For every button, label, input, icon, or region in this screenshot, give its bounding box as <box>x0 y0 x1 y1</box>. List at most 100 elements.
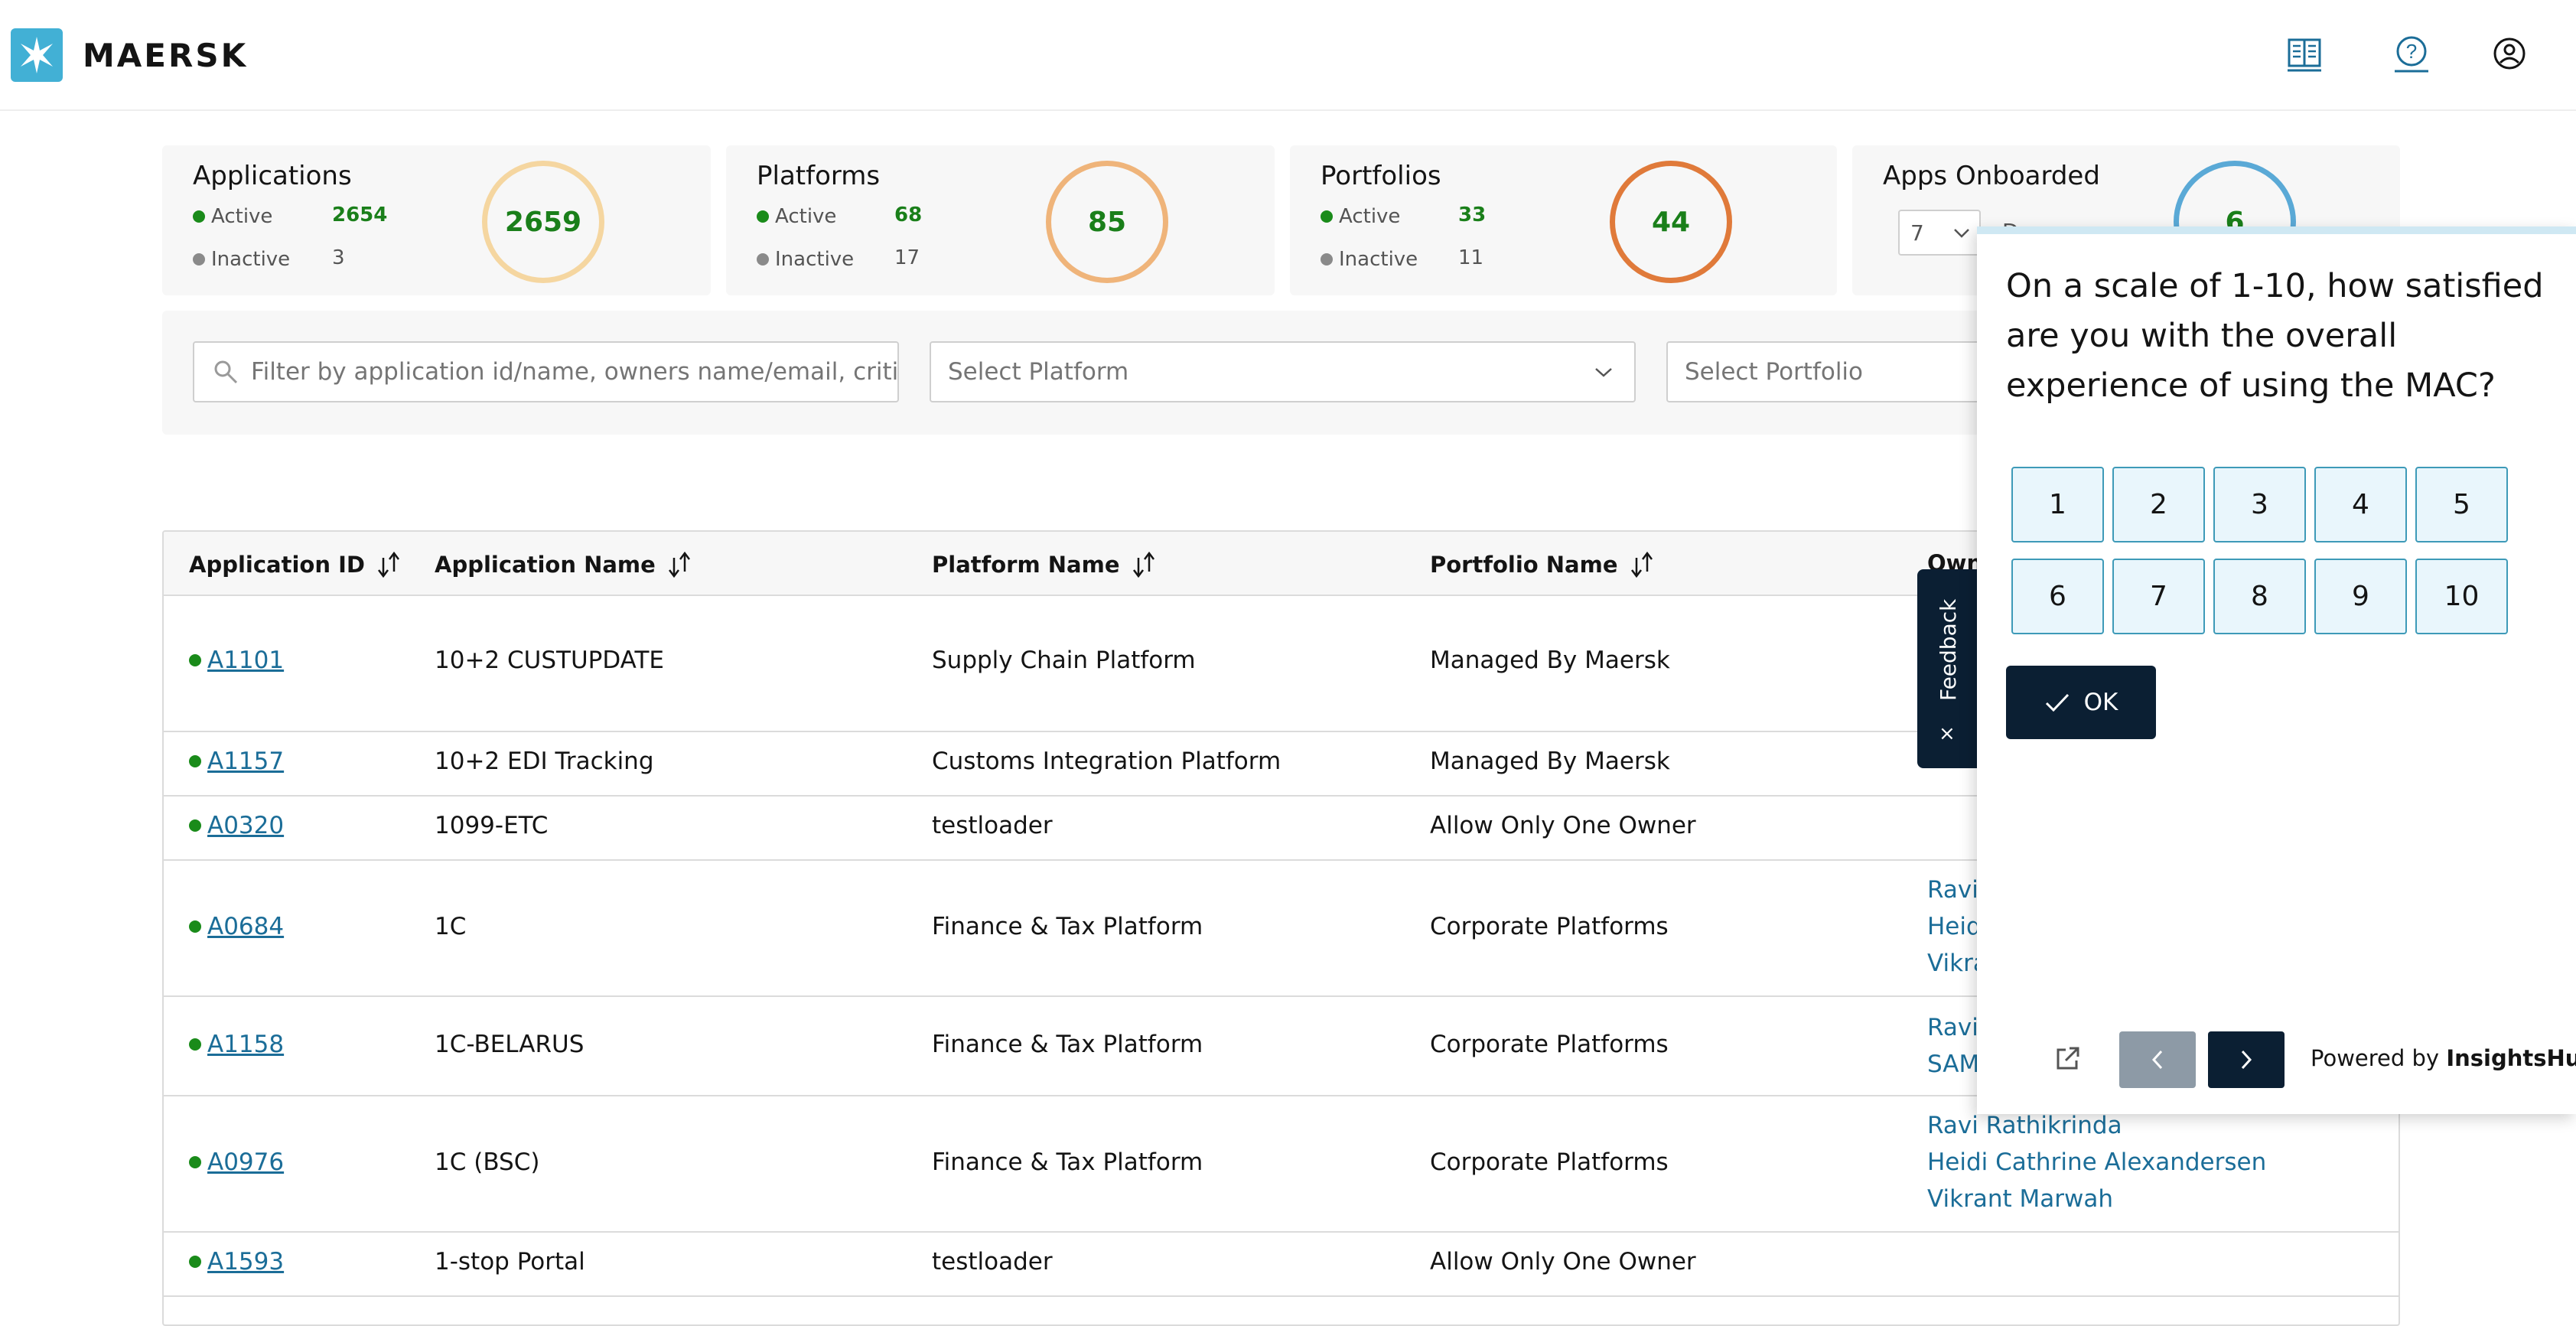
sort-icon[interactable] <box>376 550 402 579</box>
active-status-dot <box>189 819 201 832</box>
rating-button-1[interactable]: 1 <box>2011 467 2104 542</box>
onboarded-period-select[interactable]: 7 <box>1898 210 1981 256</box>
active-count: 68 <box>894 204 923 226</box>
platform-name: testloader <box>932 812 1053 839</box>
portfolio-name: Corporate Platforms <box>1430 1031 1669 1058</box>
owners-list: Ravi Rathikrinda Heidi Cathrine Alexande… <box>1927 1107 2266 1217</box>
portfolio-name: Corporate Platforms <box>1430 913 1669 940</box>
brand-logo-text: MAERSK <box>83 37 249 74</box>
total-ring: 44 <box>1610 161 1732 283</box>
platform-name: Finance & Tax Platform <box>932 1031 1203 1058</box>
inactive-label: Inactive <box>1321 248 1418 271</box>
application-name: 1-stop Portal <box>435 1248 585 1276</box>
owner-link[interactable]: SAM <box>1927 1046 1979 1083</box>
inactive-count: 11 <box>1458 246 1484 269</box>
platform-name: Customs Integration Platform <box>932 748 1281 775</box>
inactive-dot-icon <box>1321 253 1333 266</box>
active-status-dot <box>189 920 201 933</box>
platform-name: Finance & Tax Platform <box>932 1148 1203 1176</box>
status-and-id: A0320 <box>189 812 284 839</box>
status-and-id: A1158 <box>189 1031 284 1058</box>
rating-button-10[interactable]: 10 <box>2415 559 2508 634</box>
inactive-count: 3 <box>332 246 345 269</box>
card-title: Applications <box>193 161 352 191</box>
chevron-down-icon <box>1595 368 1612 377</box>
application-id-link[interactable]: A0976 <box>207 1148 284 1176</box>
ok-button[interactable]: OK <box>2006 666 2156 739</box>
total-ring: 85 <box>1046 161 1168 283</box>
top-header: MAERSK ? <box>0 0 2576 111</box>
book-icon[interactable] <box>2281 31 2327 77</box>
user-profile-icon[interactable] <box>2486 31 2532 77</box>
chevron-left-icon <box>2151 1050 2163 1070</box>
feedback-survey-panel: On a scale of 1-10, how satisfied are yo… <box>1977 226 2576 1114</box>
chevron-down-icon <box>1954 229 1969 238</box>
sort-icon[interactable] <box>1629 550 1655 579</box>
rating-button-4[interactable]: 4 <box>2314 467 2407 542</box>
column-header-portfolio-name[interactable]: Portfolio Name <box>1430 550 1655 579</box>
sort-icon[interactable] <box>1131 550 1157 579</box>
active-label: Active <box>1321 205 1400 228</box>
inactive-label: Inactive <box>757 248 854 271</box>
portfolio-name: Corporate Platforms <box>1430 1148 1669 1176</box>
application-id-link[interactable]: A0684 <box>207 913 284 940</box>
survey-question: On a scale of 1-10, how satisfied are yo… <box>2006 267 2544 405</box>
search-icon <box>214 360 238 384</box>
platform-name: Supply Chain Platform <box>932 647 1196 674</box>
feedback-tab[interactable]: Feedback × <box>1917 569 1978 768</box>
column-header-application-name[interactable]: Application Name <box>435 550 692 579</box>
application-id-link[interactable]: A1101 <box>207 647 284 674</box>
application-id-link[interactable]: A1593 <box>207 1248 284 1276</box>
active-count: 2654 <box>332 204 388 226</box>
help-icon[interactable]: ? <box>2389 31 2434 77</box>
external-link-icon[interactable] <box>2053 1045 2081 1076</box>
inactive-count: 17 <box>894 246 920 269</box>
application-id-link[interactable]: A0320 <box>207 812 284 839</box>
active-dot-icon <box>1321 210 1333 223</box>
powered-by-label: Powered by InsightsHub <box>2311 1045 2576 1071</box>
rating-button-9[interactable]: 9 <box>2314 559 2407 634</box>
rating-button-3[interactable]: 3 <box>2213 467 2306 542</box>
previous-button[interactable] <box>2119 1031 2196 1088</box>
total-ring: 2659 <box>482 161 604 283</box>
platform-select[interactable]: Select Platform <box>930 341 1636 402</box>
maersk-star-logo-icon[interactable] <box>11 28 63 82</box>
rating-button-6[interactable]: 6 <box>2011 559 2104 634</box>
table-row: A0976 1C (BSC) Finance & Tax Platform Co… <box>164 1096 2399 1233</box>
owner-link[interactable]: Vikrant Marwah <box>1927 1181 2266 1217</box>
portfolio-name: Allow Only One Owner <box>1430 812 1696 839</box>
application-name: 1C-BELARUS <box>435 1031 585 1058</box>
inactive-label: Inactive <box>193 248 290 271</box>
rating-button-7[interactable]: 7 <box>2112 559 2205 634</box>
rating-button-5[interactable]: 5 <box>2415 467 2508 542</box>
platforms-card: Platforms Active 68 Inactive 17 85 <box>726 145 1275 295</box>
column-header-platform-name[interactable]: Platform Name <box>932 550 1157 579</box>
next-button[interactable] <box>2208 1031 2285 1088</box>
application-name: 1C <box>435 913 467 940</box>
platform-name: testloader <box>932 1248 1053 1276</box>
owner-link[interactable]: Ravi <box>1927 1009 1979 1046</box>
column-header-application-id[interactable]: Application ID <box>189 550 402 579</box>
feedback-close-button[interactable]: × <box>1939 722 1956 745</box>
application-id-link[interactable]: A1157 <box>207 748 284 775</box>
inactive-dot-icon <box>757 253 769 266</box>
application-id-link[interactable]: A1158 <box>207 1031 284 1058</box>
portfolios-card: Portfolios Active 33 Inactive 11 44 <box>1290 145 1837 295</box>
owner-link[interactable]: Heidi Cathrine Alexandersen <box>1927 1144 2266 1181</box>
rating-button-8[interactable]: 8 <box>2213 559 2306 634</box>
status-and-id: A0976 <box>189 1148 284 1176</box>
portfolio-name: Allow Only One Owner <box>1430 1248 1696 1276</box>
active-status-dot <box>189 1256 201 1268</box>
checkmark-icon <box>2045 693 2069 712</box>
status-and-id: A0684 <box>189 913 284 940</box>
active-label: Active <box>193 205 272 228</box>
card-title: Platforms <box>757 161 881 191</box>
status-and-id: A1101 <box>189 647 284 674</box>
portfolio-placeholder: Select Portfolio <box>1685 358 1864 386</box>
card-title: Portfolios <box>1321 161 1441 191</box>
search-input[interactable]: Filter by application id/name, owners na… <box>193 341 899 402</box>
rating-button-2[interactable]: 2 <box>2112 467 2205 542</box>
feedback-tab-label: Feedback <box>1936 598 1961 701</box>
active-status-dot <box>189 654 201 666</box>
sort-icon[interactable] <box>666 550 692 579</box>
